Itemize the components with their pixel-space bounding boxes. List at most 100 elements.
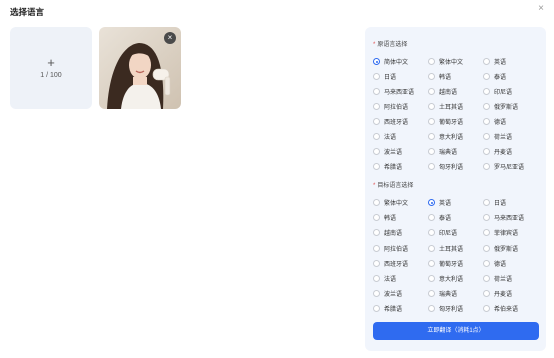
radio-icon[interactable] [428,229,435,237]
radio-icon[interactable] [373,244,380,252]
radio-icon[interactable] [428,163,435,170]
radio-icon[interactable] [428,58,435,65]
close-icon[interactable]: × [538,4,544,14]
radio-icon[interactable] [373,118,380,125]
radio-icon[interactable] [428,118,435,125]
radio-icon[interactable] [373,58,380,65]
radio-icon[interactable] [483,275,490,283]
source-language-option[interactable]: 瑞典语 [428,144,483,159]
radio-icon[interactable] [483,214,490,222]
radio-icon[interactable] [428,199,435,207]
target-language-option[interactable]: 瑞典语 [428,286,483,301]
radio-icon[interactable] [483,58,490,65]
target-language-option[interactable]: 匈牙利语 [428,301,483,316]
target-language-option[interactable]: 英语 [428,195,483,210]
radio-icon[interactable] [428,88,435,95]
source-language-option[interactable]: 印尼语 [483,84,543,99]
radio-icon[interactable] [483,199,490,207]
translate-button[interactable]: 立即翻译（消耗1点） [373,322,539,340]
radio-icon[interactable] [483,229,490,237]
source-language-option[interactable]: 西班牙语 [373,114,428,129]
radio-icon[interactable] [428,148,435,155]
target-language-option[interactable]: 丹麦语 [483,286,543,301]
source-language-option[interactable]: 葡萄牙语 [428,114,483,129]
target-language-option[interactable]: 意大利语 [428,271,483,286]
target-language-option[interactable]: 印尼语 [428,225,483,240]
target-language-option[interactable]: 法语 [373,271,428,286]
source-language-option[interactable]: 简体中文 [373,54,428,69]
radio-icon[interactable] [373,259,380,267]
target-language-option[interactable]: 土耳其语 [428,241,483,256]
radio-icon[interactable] [428,244,435,252]
source-language-option[interactable]: 繁体中文 [428,54,483,69]
source-language-option[interactable]: 英语 [483,54,543,69]
source-language-option[interactable]: 荷兰语 [483,129,543,144]
radio-icon[interactable] [483,290,490,298]
target-language-option[interactable]: 俄罗斯语 [483,241,543,256]
radio-icon[interactable] [428,305,435,313]
radio-icon[interactable] [483,163,490,170]
target-language-option[interactable]: 德语 [483,256,543,271]
radio-icon[interactable] [428,214,435,222]
target-language-option[interactable]: 越南语 [373,225,428,240]
target-language-option[interactable]: 韩语 [373,210,428,225]
source-language-option[interactable]: 匈牙利语 [428,159,483,174]
target-language-option[interactable]: 泰语 [428,210,483,225]
upload-tile[interactable]: + 1 / 100 [10,27,92,109]
radio-icon[interactable] [373,88,380,95]
target-language-option[interactable]: 日语 [483,195,543,210]
radio-icon[interactable] [373,275,380,283]
radio-icon[interactable] [428,259,435,267]
target-language-option[interactable]: 马来西亚语 [483,210,543,225]
target-language-option[interactable]: 波兰语 [373,286,428,301]
radio-icon[interactable] [373,214,380,222]
source-language-option[interactable]: 泰语 [483,69,543,84]
image-thumbnail[interactable]: × [99,27,181,109]
radio-icon[interactable] [483,148,490,155]
radio-icon[interactable] [428,73,435,80]
radio-icon[interactable] [373,199,380,207]
source-language-option[interactable]: 日语 [373,69,428,84]
radio-icon[interactable] [373,73,380,80]
radio-icon[interactable] [483,133,490,140]
radio-icon[interactable] [373,148,380,155]
target-language-option[interactable]: 菲律宾语 [483,225,543,240]
source-language-option[interactable]: 波兰语 [373,144,428,159]
source-language-option[interactable]: 罗马尼亚语 [483,159,543,174]
source-language-option[interactable]: 俄罗斯语 [483,99,543,114]
target-language-option[interactable]: 荷兰语 [483,271,543,286]
source-language-option[interactable]: 希腊语 [373,159,428,174]
target-language-option[interactable]: 繁体中文 [373,195,428,210]
radio-icon[interactable] [373,163,380,170]
radio-icon[interactable] [373,305,380,313]
source-language-option[interactable]: 阿拉伯语 [373,99,428,114]
target-language-option[interactable]: 希伯来语 [483,301,543,316]
source-language-option[interactable]: 德语 [483,114,543,129]
radio-icon[interactable] [483,259,490,267]
remove-image-icon[interactable]: × [164,32,176,44]
source-language-option[interactable]: 法语 [373,129,428,144]
radio-icon[interactable] [428,133,435,140]
radio-icon[interactable] [373,229,380,237]
radio-icon[interactable] [428,275,435,283]
target-language-option[interactable]: 西班牙语 [373,256,428,271]
radio-icon[interactable] [483,103,490,110]
source-language-option[interactable]: 丹麦语 [483,144,543,159]
radio-icon[interactable] [483,118,490,125]
radio-icon[interactable] [483,305,490,313]
target-language-option[interactable]: 希腊语 [373,301,428,316]
target-language-option[interactable]: 葡萄牙语 [428,256,483,271]
radio-icon[interactable] [373,103,380,110]
radio-icon[interactable] [428,103,435,110]
source-language-option[interactable]: 土耳其语 [428,99,483,114]
radio-icon[interactable] [483,73,490,80]
radio-icon[interactable] [373,133,380,140]
radio-icon[interactable] [373,290,380,298]
source-language-option[interactable]: 韩语 [428,69,483,84]
radio-icon[interactable] [428,290,435,298]
source-language-option[interactable]: 意大利语 [428,129,483,144]
source-language-option[interactable]: 马来西亚语 [373,84,428,99]
radio-icon[interactable] [483,88,490,95]
source-language-option[interactable]: 越南语 [428,84,483,99]
radio-icon[interactable] [483,244,490,252]
